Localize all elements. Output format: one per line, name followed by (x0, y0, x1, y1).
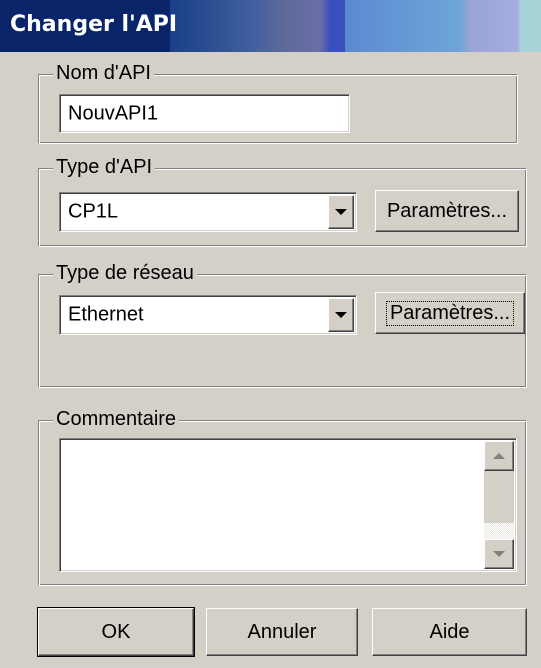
window-title: Changer l'API (10, 12, 178, 37)
plc-type-group-label: Type d'API (53, 155, 156, 179)
comment-textarea[interactable] (59, 438, 517, 572)
plc-type-settings-button[interactable]: Paramètres... (375, 190, 519, 232)
comment-scrollbar[interactable] (484, 441, 514, 569)
help-button-label: Aide (429, 620, 470, 643)
scrollbar-track-fill (484, 471, 514, 523)
network-type-dropdown-button[interactable] (328, 298, 354, 332)
ok-button[interactable]: OK (37, 607, 195, 657)
cancel-button[interactable]: Annuler (206, 608, 358, 656)
scroll-up-arrow-icon (493, 453, 505, 459)
network-type-selected-value: Ethernet (68, 303, 144, 326)
change-plc-dialog: Changer l'API Nom d'API NouvAPI1 Type d'… (0, 0, 541, 668)
comment-group-label: Commentaire (53, 407, 180, 431)
cancel-button-label: Annuler (247, 620, 317, 643)
plc-name-input[interactable]: NouvAPI1 (59, 94, 350, 133)
plc-type-dropdown-button[interactable] (328, 195, 354, 229)
network-type-select[interactable]: Ethernet (59, 295, 357, 335)
plc-name-group-label: Nom d'API (53, 61, 154, 85)
scroll-down-arrow-icon (493, 551, 505, 557)
scroll-down-button[interactable] (484, 539, 514, 569)
plc-type-settings-label: Paramètres... (386, 199, 508, 222)
help-button[interactable]: Aide (372, 608, 527, 656)
scroll-up-button[interactable] (484, 441, 514, 471)
network-settings-label: Paramètres... (385, 300, 515, 326)
chevron-down-icon (335, 312, 347, 318)
network-type-group-label: Type de réseau (53, 261, 197, 285)
plc-name-value: NouvAPI1 (68, 102, 159, 124)
plc-type-select[interactable]: CP1L (59, 192, 357, 232)
chevron-down-icon (335, 209, 347, 215)
network-settings-button[interactable]: Paramètres... (375, 292, 525, 334)
title-bar[interactable]: Changer l'API (0, 0, 541, 52)
ok-button-label: OK (101, 620, 131, 643)
plc-type-selected-value: CP1L (68, 200, 119, 223)
